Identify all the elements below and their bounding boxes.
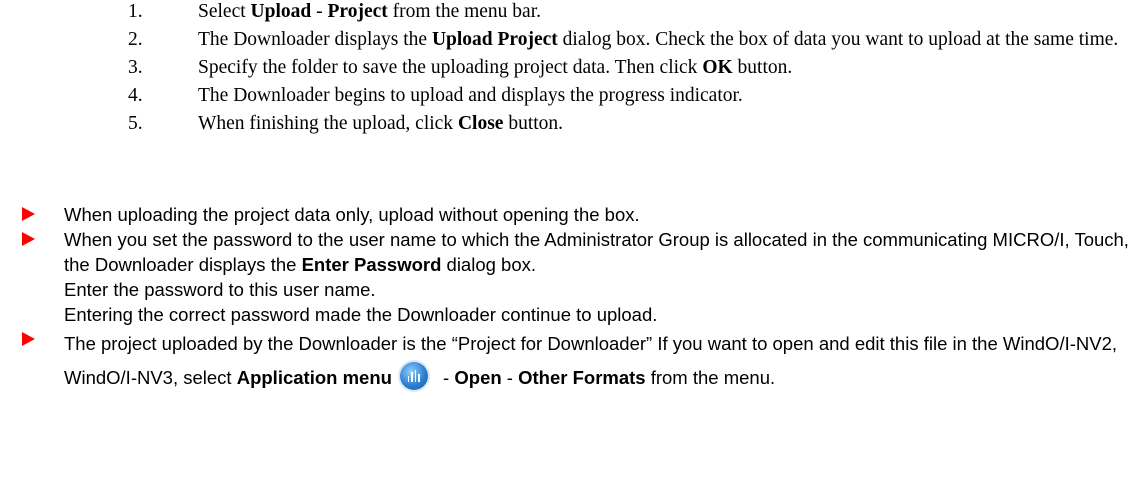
step-item: 5. When finishing the upload, click Clos… (128, 113, 564, 134)
notes-list: When uploading the project data only, up… (22, 202, 1132, 395)
note-item: When you set the password to the user na… (22, 227, 1132, 327)
note-item: When uploading the project data only, up… (22, 202, 1132, 227)
note-paragraph: The project uploaded by the Downloader i… (64, 333, 1118, 390)
note-paragraph: Entering the correct password made the D… (64, 304, 658, 325)
application-menu-icon (399, 362, 428, 390)
note-paragraph: When you set the password to the user na… (64, 229, 1129, 275)
step-item: 1. Select Upload - Project from the menu… (128, 1, 541, 22)
step-number: 2. (128, 29, 143, 50)
red-arrow-bullet-icon (22, 332, 35, 346)
red-arrow-bullet-icon (22, 232, 35, 246)
note-paragraph: Enter the password to this user name. (64, 279, 376, 300)
step-item: 2. The Downloader displays the Upload Pr… (128, 29, 1119, 50)
upload-steps-list: 1. Select Upload - Project from the menu… (128, 0, 1138, 140)
step-item: 3. Specify the folder to save the upload… (128, 57, 793, 78)
step-number: 1. (128, 1, 143, 22)
note-item: The project uploaded by the Downloader i… (22, 327, 1132, 395)
step-number: 3. (128, 57, 143, 78)
red-arrow-bullet-icon (22, 207, 35, 221)
step-number: 5. (128, 113, 143, 134)
step-number: 4. (128, 85, 143, 106)
step-item: 4. The Downloader begins to upload and d… (128, 85, 743, 106)
